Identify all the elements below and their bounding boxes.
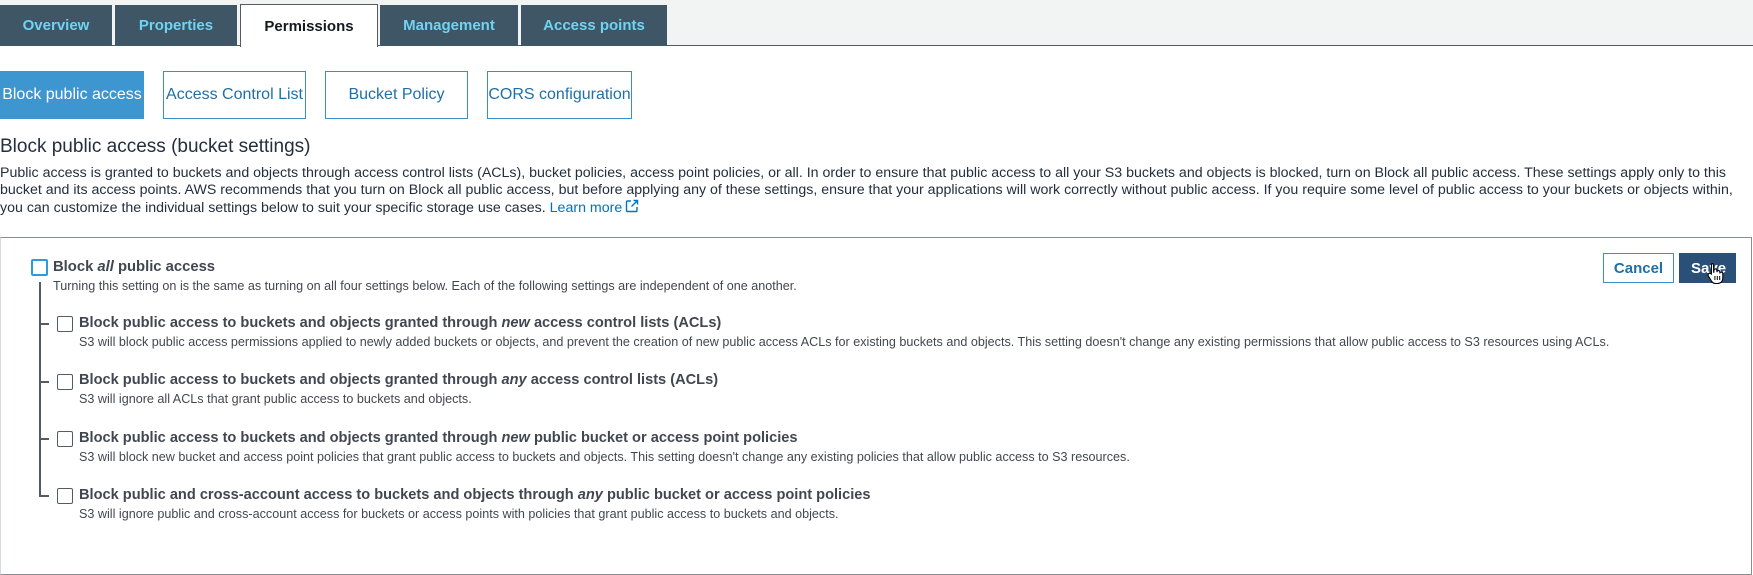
external-link-icon	[626, 199, 639, 213]
tab-properties[interactable]: Properties	[115, 5, 237, 46]
block-all-checkbox[interactable]	[31, 259, 48, 276]
block-all-title: Block all public access	[53, 259, 216, 275]
option-any-policies-checkbox[interactable]	[57, 488, 73, 504]
section-title: Block public access (bucket settings)	[0, 136, 311, 157]
subtab-bucket-policy[interactable]: Bucket Policy	[325, 71, 468, 119]
tree-branch	[39, 438, 49, 440]
subtab-cors-configuration[interactable]: CORS configuration	[487, 71, 632, 119]
tree-branch	[39, 323, 49, 325]
option-new-acls-checkbox[interactable]	[57, 316, 73, 332]
section-intro: Public access is granted to buckets and …	[0, 165, 1750, 217]
option-new-policies-title: Block public access to buckets and objec…	[79, 430, 798, 446]
option-any-policies-description: S3 will ignore public and cross-account …	[79, 507, 839, 521]
block-all-description: Turning this setting on is the same as t…	[53, 279, 797, 293]
tree-line	[39, 282, 41, 496]
tree-branch	[39, 381, 49, 383]
tab-access-points[interactable]: Access points	[521, 5, 667, 46]
tab-strip: Overview Properties Permissions Manageme…	[0, 0, 1753, 47]
intro-text: Public access is granted to buckets and …	[0, 165, 1733, 216]
learn-more-label: Learn more	[549, 200, 623, 216]
tab-overview[interactable]: Overview	[0, 5, 112, 46]
tab-permissions[interactable]: Permissions	[240, 4, 378, 47]
subtab-block-public-access[interactable]: Block public access	[0, 71, 144, 119]
option-any-policies-title: Block public and cross-account access to…	[79, 487, 871, 503]
option-new-policies-checkbox[interactable]	[57, 431, 73, 447]
tree-branch	[39, 495, 49, 497]
option-any-acls-description: S3 will ignore all ACLs that grant publi…	[79, 392, 472, 406]
learn-more-link[interactable]: Learn more	[549, 199, 640, 216]
subtab-access-control-list[interactable]: Access Control List	[163, 71, 306, 119]
hand-pointer-icon	[1707, 262, 1724, 284]
option-any-acls-title: Block public access to buckets and objec…	[79, 372, 719, 388]
option-new-acls-title: Block public access to buckets and objec…	[79, 315, 722, 331]
cancel-button[interactable]: Cancel	[1603, 253, 1674, 283]
option-new-policies-description: S3 will block new bucket and access poin…	[79, 450, 1130, 464]
option-any-acls-checkbox[interactable]	[57, 374, 73, 390]
tab-management[interactable]: Management	[380, 5, 518, 46]
option-new-acls-description: S3 will block public access permissions …	[79, 335, 1610, 349]
